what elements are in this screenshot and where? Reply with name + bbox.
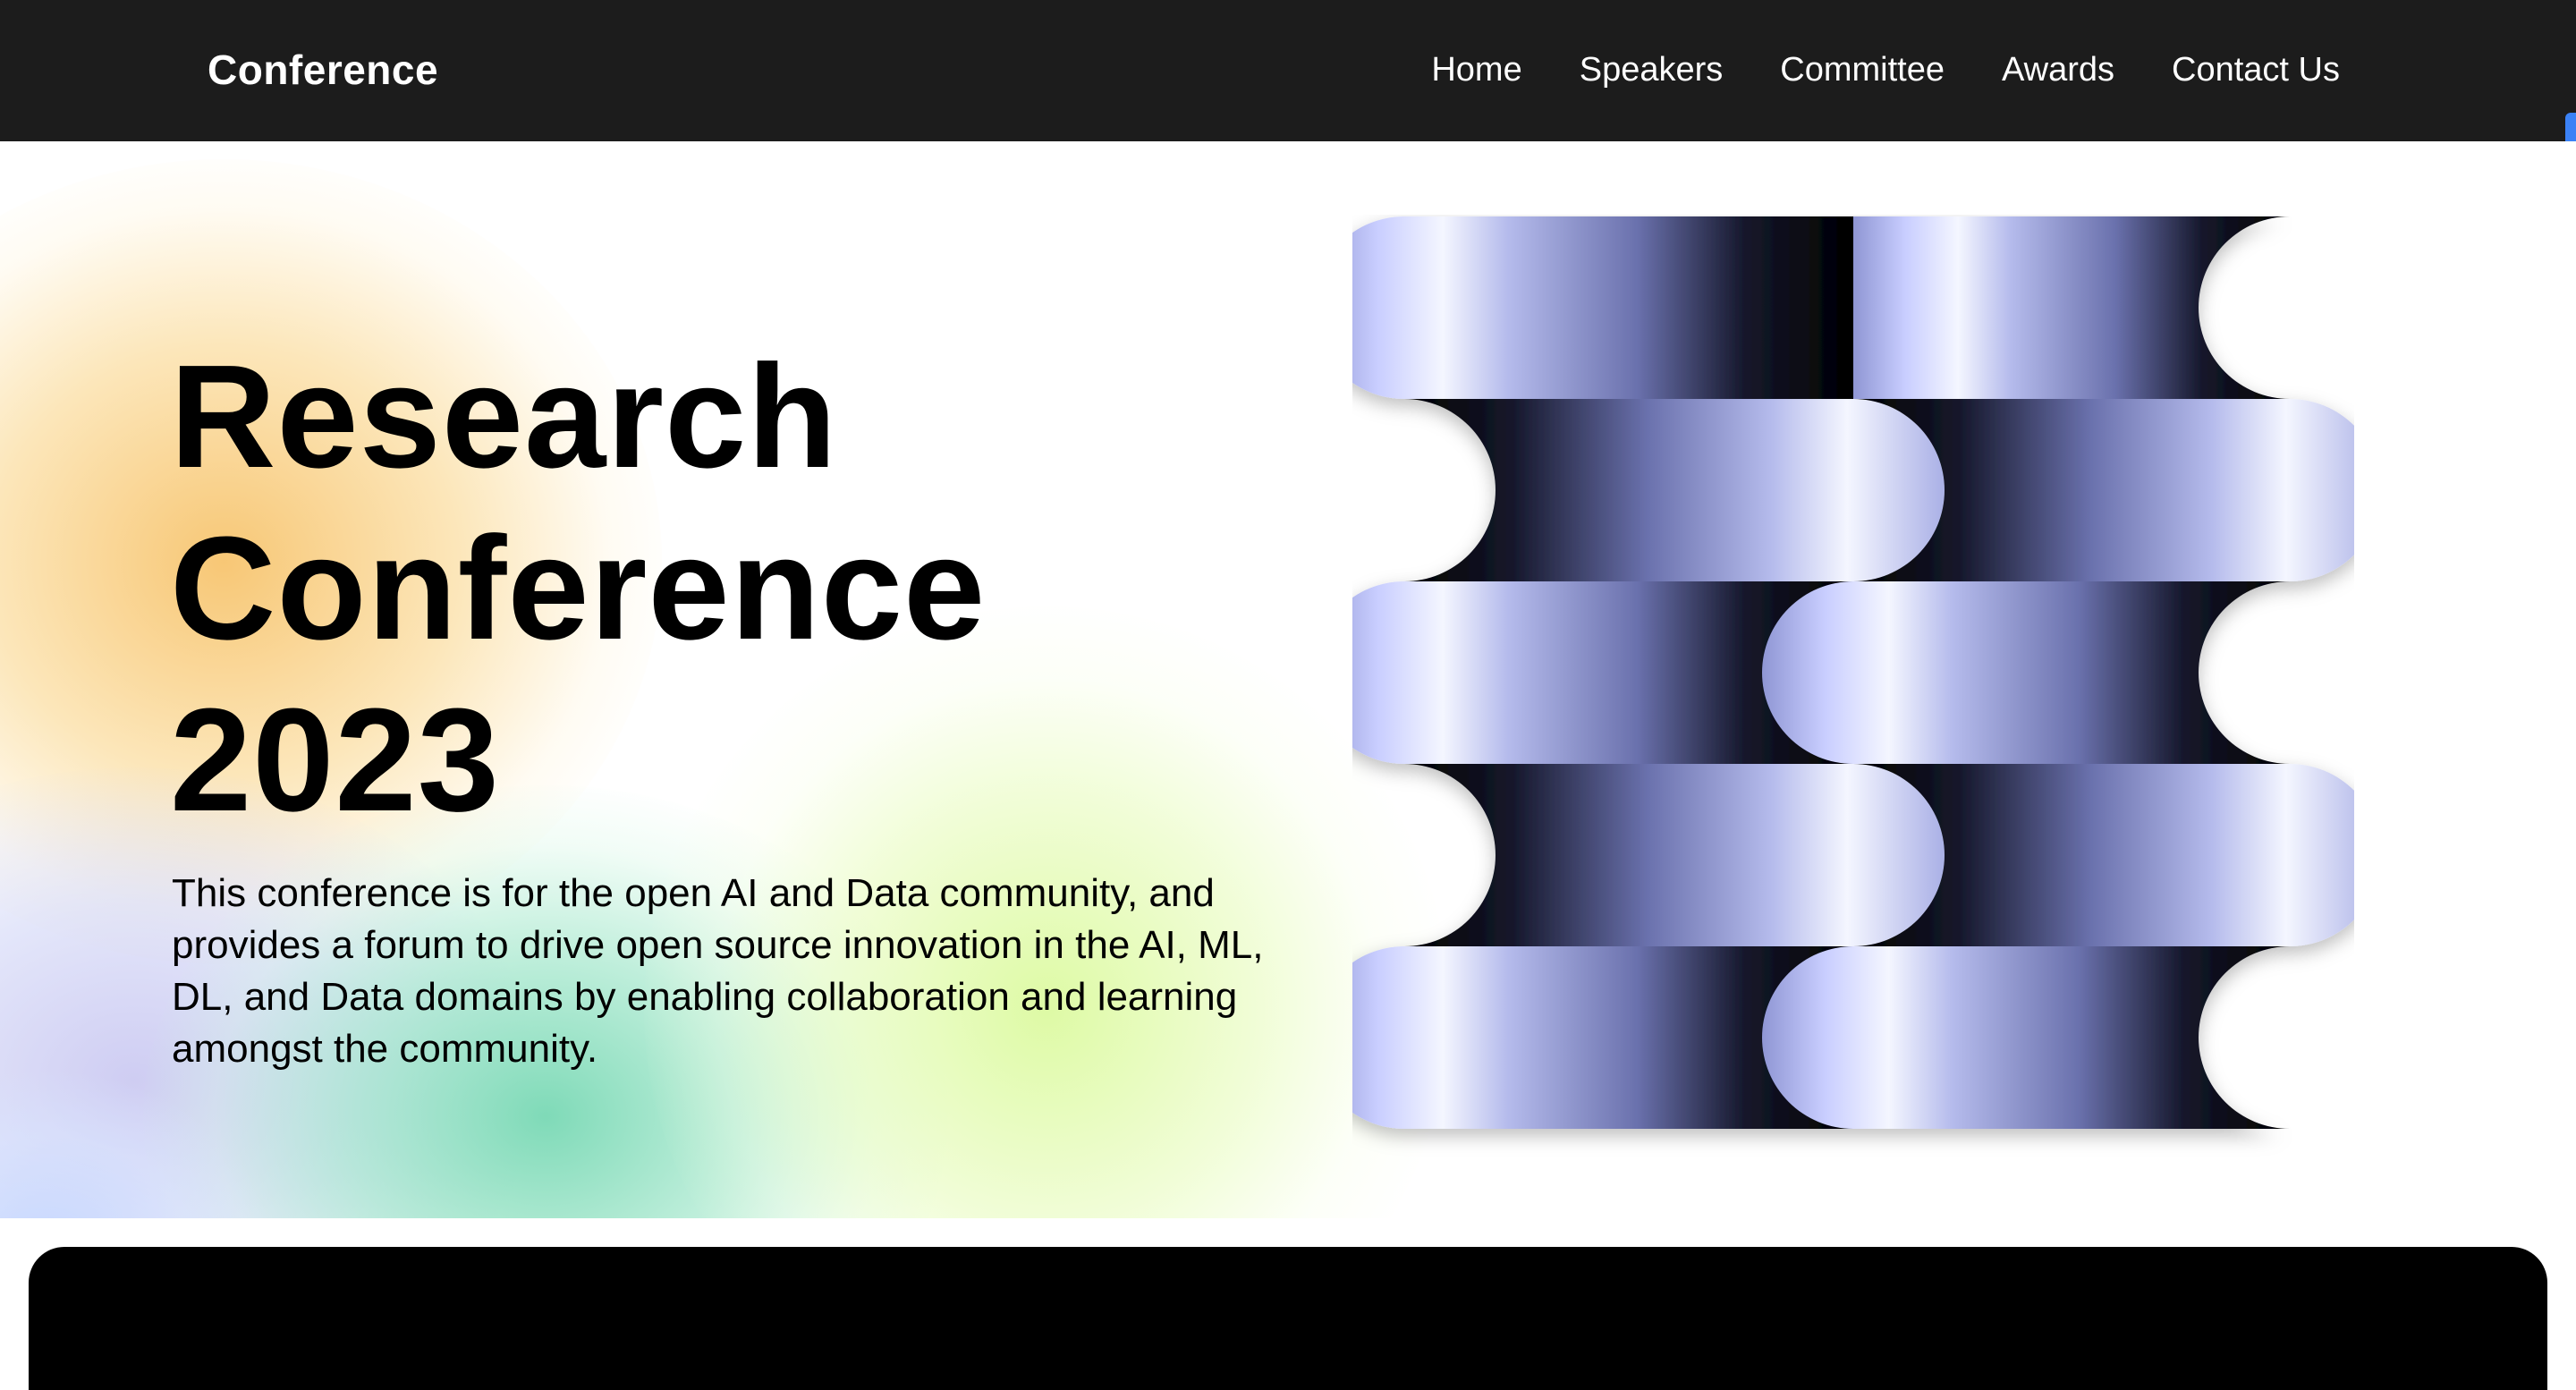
ribbon-tile-r1-c1 <box>1352 216 1853 399</box>
ribbon-tile-r4-c1 <box>1404 764 1945 946</box>
top-navbar: Conference Home Speakers Committee Award… <box>0 0 2576 141</box>
woven-ribbon-artwork <box>1352 216 2354 1129</box>
nav-link-committee[interactable]: Committee <box>1780 45 1945 95</box>
nav-link-contact-us[interactable]: Contact Us <box>2172 45 2340 95</box>
hero-title: Research Conference 2023 <box>170 331 986 846</box>
ribbon-pattern <box>1352 216 2354 1129</box>
hero-title-line-1: Research <box>170 335 838 498</box>
hero-description: This conference is for the open AI and D… <box>172 871 1264 1071</box>
nav-link-awards[interactable]: Awards <box>2002 45 2114 95</box>
hero-title-line-3: 2023 <box>170 678 500 842</box>
ribbon-tile-r2-c1 <box>1404 399 1945 581</box>
hero-title-line-2: Conference <box>170 506 987 670</box>
ribbon-tile-r5-c2 <box>1762 946 2290 1129</box>
bottom-panel <box>29 1247 2547 1390</box>
nav-link-speakers[interactable]: Speakers <box>1580 45 1724 95</box>
brand-logo[interactable]: Conference <box>208 43 438 97</box>
nav-links: Home Speakers Committee Awards Contact U… <box>1431 45 2340 95</box>
ribbon-tile-r1-c2 <box>1853 216 2290 399</box>
hero-section: Research Conference 2023 This conference… <box>0 141 2576 1218</box>
ribbon-tile-r3-c2 <box>1762 581 2290 764</box>
nav-link-home[interactable]: Home <box>1431 45 1521 95</box>
